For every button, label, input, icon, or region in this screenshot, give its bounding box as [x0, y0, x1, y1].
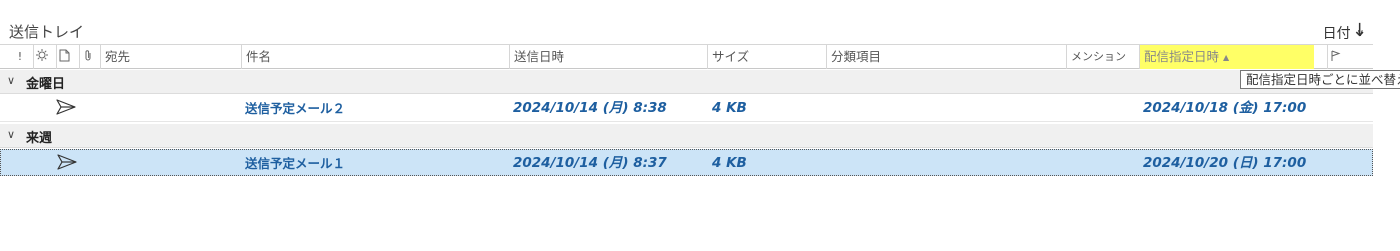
- mail-subject: 送信予定メール２: [245, 101, 346, 116]
- mail-size: 4 KB: [712, 155, 747, 171]
- group-header-next-week[interactable]: ∨ 来週: [0, 124, 1373, 148]
- scheduled-send-icon: [56, 99, 76, 115]
- chevron-down-icon[interactable]: ∨: [7, 128, 15, 141]
- attachment-column-icon[interactable]: [79, 45, 95, 69]
- importance-column-icon[interactable]: !: [14, 45, 26, 69]
- column-header-subject[interactable]: 件名: [241, 45, 509, 69]
- mail-row-selected[interactable]: 送信予定メール１ 2024/10/14 (月) 8:37 4 KB 2024/1…: [0, 149, 1373, 176]
- mail-sent-date: 2024/10/14 (月) 8:37: [513, 155, 667, 171]
- column-header-deferred-delivery[interactable]: 配信指定日時 ▲: [1139, 45, 1314, 69]
- column-header-sent[interactable]: 送信日時: [509, 45, 707, 69]
- column-header-to[interactable]: 宛先: [100, 45, 241, 69]
- chevron-down-icon[interactable]: ∨: [7, 74, 15, 87]
- mail-row[interactable]: 送信予定メール２ 2024/10/14 (月) 8:38 4 KB 2024/1…: [0, 95, 1373, 122]
- column-header-row: ! 宛先 件名 送信日時 サイズ 分類項目 メンション 配信指定日時 ▲: [0, 44, 1373, 69]
- item-type-column-icon[interactable]: [56, 45, 72, 69]
- mail-size: 4 KB: [712, 100, 747, 116]
- mail-sent-date: 2024/10/14 (月) 8:38: [513, 100, 667, 116]
- sort-direction-arrow-icon[interactable]: ↓: [1352, 20, 1367, 41]
- column-header-size[interactable]: サイズ: [707, 45, 826, 69]
- group-header-friday[interactable]: ∨ 金曜日: [0, 70, 1373, 94]
- folder-title: 送信トレイ: [9, 23, 85, 41]
- group-label: 来週: [26, 131, 53, 146]
- mail-deferred-date: 2024/10/20 (日) 17:00: [1143, 155, 1307, 171]
- reminder-column-icon[interactable]: [33, 45, 49, 69]
- sort-by-label: 日付: [1322, 26, 1351, 42]
- deferred-delivery-label: 配信指定日時: [1144, 49, 1220, 64]
- mail-subject: 送信予定メール１: [245, 156, 346, 171]
- mail-deferred-date: 2024/10/18 (金) 17:00: [1143, 100, 1307, 116]
- sort-tooltip: 配信指定日時ごとに並べ替え: [1240, 70, 1400, 89]
- sort-ascending-icon: ▲: [1223, 53, 1230, 62]
- flag-column-icon[interactable]: [1327, 45, 1343, 69]
- column-header-category[interactable]: 分類項目: [826, 45, 1066, 69]
- group-label: 金曜日: [26, 77, 66, 92]
- column-header-mention[interactable]: メンション: [1066, 45, 1139, 69]
- scheduled-send-icon: [57, 154, 77, 170]
